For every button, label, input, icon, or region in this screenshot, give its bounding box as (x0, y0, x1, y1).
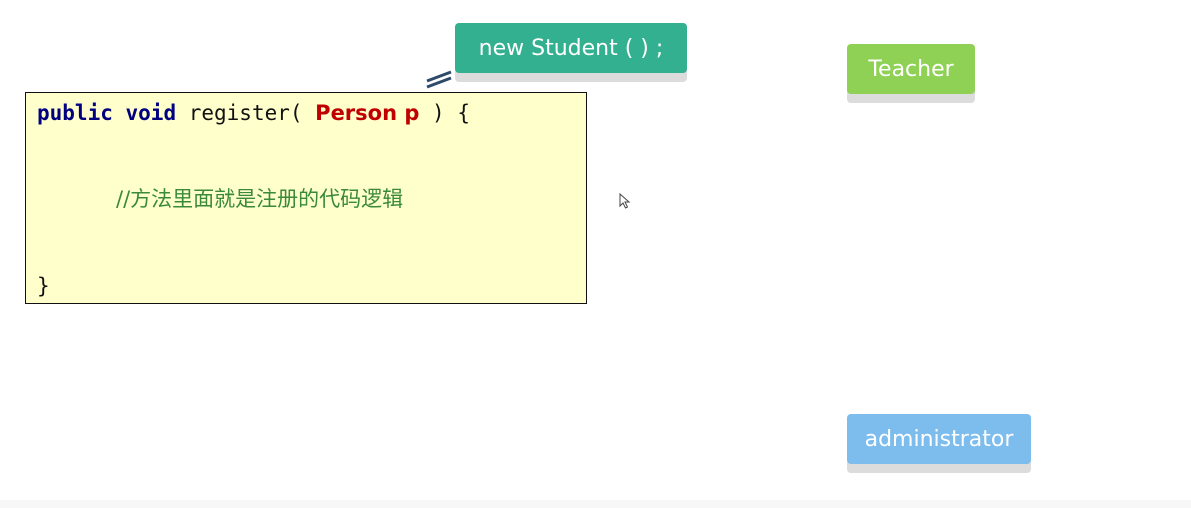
bottom-strip (0, 500, 1191, 508)
keyword-void: void (125, 101, 177, 125)
closing-brace: } (37, 274, 50, 298)
slide-canvas: public void register( Person p ) { //方法里… (0, 0, 1191, 508)
code-comment: //方法里面就是注册的代码逻辑 (116, 187, 404, 211)
connector-lines-icon (426, 70, 452, 89)
signature-end: ) { (419, 101, 470, 125)
code-block: public void register( Person p ) { //方法里… (25, 92, 587, 304)
administrator-callout: administrator (847, 414, 1031, 464)
parameter-type: Person p (315, 101, 420, 125)
student-callout: new Student ( ) ; (455, 23, 687, 73)
keyword-public: public (37, 101, 113, 125)
method-signature-line: public void register( Person p ) { (37, 100, 470, 126)
teacher-callout: Teacher (847, 44, 975, 94)
mouse-cursor-icon (619, 193, 631, 209)
method-name: register( (176, 101, 316, 125)
